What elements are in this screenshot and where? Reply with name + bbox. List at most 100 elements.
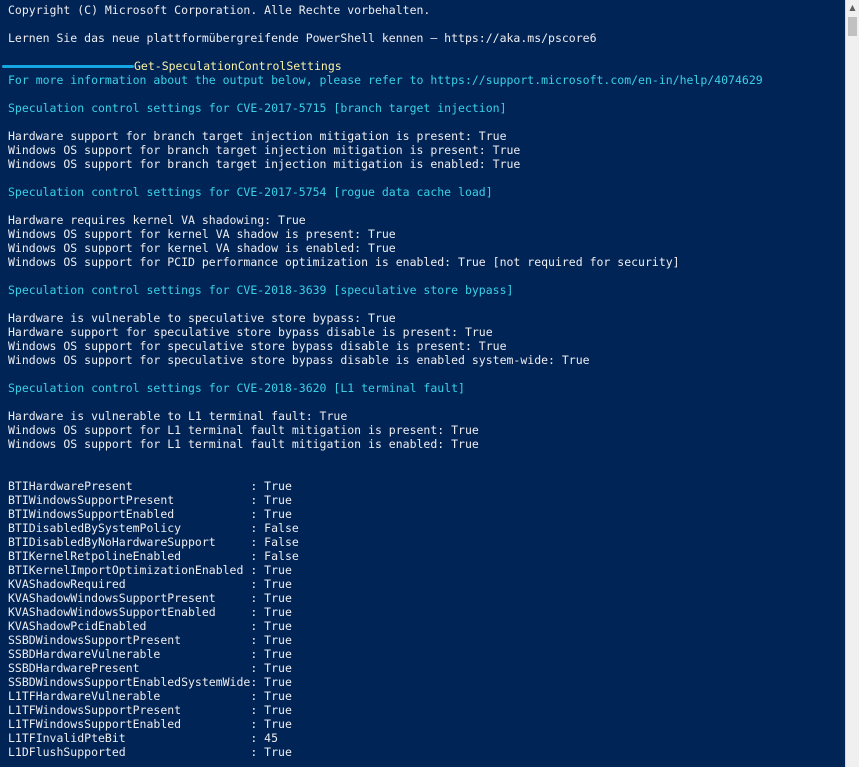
property-separator: : — [250, 703, 265, 717]
property-name: SSBDHardwarePresent — [8, 661, 140, 675]
property-separator: : — [250, 745, 265, 759]
property-row: L1TFInvalidPteBit: 45 — [8, 731, 846, 745]
section-title: Speculation control settings for CVE-201… — [8, 381, 465, 395]
output-line: Hardware is vulnerable to L1 terminal fa… — [8, 409, 348, 423]
property-separator: : — [250, 549, 265, 563]
property-separator: : — [250, 731, 265, 745]
property-value: True — [264, 633, 292, 647]
property-row: BTIKernelImportOptimizationEnabled: True — [8, 563, 846, 577]
property-row: L1TFWindowsSupportPresent: True — [8, 703, 846, 717]
output-line: Windows OS support for L1 terminal fault… — [8, 423, 479, 437]
property-value: False — [264, 521, 299, 535]
property-separator: : — [250, 521, 265, 535]
output-line: Windows OS support for speculative store… — [8, 353, 590, 367]
command-text: Get-SpeculationControlSettings — [134, 59, 342, 73]
powershell-console[interactable]: Copyright (C) Microsoft Corporation. All… — [0, 0, 846, 767]
output-line: Windows OS support for kernel VA shadow … — [8, 227, 396, 241]
property-separator: : — [250, 619, 265, 633]
property-separator: : — [250, 479, 265, 493]
property-separator: : — [250, 689, 265, 703]
output-line: Hardware requires kernel VA shadowing: T… — [8, 213, 306, 227]
property-row: BTIHardwarePresent: True — [8, 479, 846, 493]
property-name: KVAShadowRequired — [8, 577, 126, 591]
property-value: True — [264, 605, 292, 619]
section-title: Speculation control settings for CVE-201… — [8, 101, 507, 115]
property-value: True — [264, 577, 292, 591]
property-separator: : — [250, 661, 265, 675]
property-name: KVAShadowPcidEnabled — [8, 619, 147, 633]
property-value: True — [264, 507, 292, 521]
property-name: BTIHardwarePresent — [8, 479, 133, 493]
vertical-scrollbar[interactable]: ▲ — [845, 0, 859, 767]
property-value: True — [264, 703, 292, 717]
property-list: BTIHardwarePresent: True BTIWindowsSuppor… — [8, 479, 846, 759]
property-separator: : — [250, 563, 265, 577]
property-separator: : — [250, 647, 265, 661]
property-row: SSBDHardwareVulnerable: True — [8, 647, 846, 661]
scroll-up-arrow-icon[interactable]: ▲ — [846, 0, 859, 16]
copyright-line: Copyright (C) Microsoft Corporation. All… — [8, 3, 431, 17]
property-value: False — [264, 535, 299, 549]
command-line: Get-SpeculationControlSettings — [2, 59, 846, 73]
output-line: Windows OS support for kernel VA shadow … — [8, 241, 396, 255]
property-row: L1TFHardwareVulnerable: True — [8, 689, 846, 703]
property-row: L1DFlushSupported: True — [8, 745, 846, 759]
property-name: BTIKernelRetpolineEnabled — [8, 549, 182, 563]
property-name: SSBDHardwareVulnerable — [8, 647, 161, 661]
property-row: BTIWindowsSupportPresent: True — [8, 493, 846, 507]
console-output: Copyright (C) Microsoft Corporation. All… — [2, 3, 846, 759]
output-line: Windows OS support for L1 terminal fault… — [8, 437, 479, 451]
property-separator: : — [250, 605, 265, 619]
property-row: SSBDWindowsSupportPresent: True — [8, 633, 846, 647]
property-name: L1TFInvalidPteBit — [8, 731, 126, 745]
property-separator: : — [250, 507, 265, 521]
property-row: BTIWindowsSupportEnabled: True — [8, 507, 846, 521]
property-name: L1TFHardwareVulnerable — [8, 689, 161, 703]
property-separator: : — [250, 535, 265, 549]
property-row: BTIKernelRetpolineEnabled: False — [8, 549, 846, 563]
property-value: True — [264, 647, 292, 661]
property-name: BTIDisabledByNoHardwareSupport — [8, 535, 216, 549]
output-line: Windows OS support for branch target inj… — [8, 143, 521, 157]
property-value: True — [264, 717, 292, 731]
property-name: SSBDWindowsSupportEnabledSystemWide — [8, 675, 251, 689]
property-separator: : — [250, 577, 265, 591]
property-row: KVAShadowWindowsSupportEnabled: True — [8, 605, 846, 619]
output-line: Hardware support for branch target injec… — [8, 129, 507, 143]
property-value: True — [264, 675, 292, 689]
property-row: SSBDWindowsSupportEnabledSystemWide: Tru… — [8, 675, 846, 689]
learn-line: Lernen Sie das neue plattformübergreifen… — [8, 31, 597, 45]
property-separator: : — [250, 675, 265, 689]
scrollbar-thumb[interactable] — [848, 17, 857, 36]
info-line: For more information about the output be… — [8, 73, 763, 87]
property-value: True — [264, 689, 292, 703]
property-name: BTIWindowsSupportEnabled — [8, 507, 175, 521]
property-value: True — [264, 661, 292, 675]
property-row: KVAShadowPcidEnabled: True — [8, 619, 846, 633]
property-name: KVAShadowWindowsSupportPresent — [8, 591, 216, 605]
output-line: Windows OS support for branch target inj… — [8, 157, 521, 171]
property-value: True — [264, 563, 292, 577]
property-name: SSBDWindowsSupportPresent — [8, 633, 182, 647]
output-line: Hardware is vulnerable to speculative st… — [8, 311, 396, 325]
property-value: True — [264, 745, 292, 759]
property-value: True — [264, 619, 292, 633]
property-separator: : — [250, 591, 265, 605]
property-value: True — [264, 493, 292, 507]
property-row: BTIDisabledBySystemPolicy: False — [8, 521, 846, 535]
property-row: SSBDHardwarePresent: True — [8, 661, 846, 675]
property-separator: : — [250, 633, 265, 647]
property-name: KVAShadowWindowsSupportEnabled — [8, 605, 216, 619]
property-name: BTIDisabledBySystemPolicy — [8, 521, 182, 535]
